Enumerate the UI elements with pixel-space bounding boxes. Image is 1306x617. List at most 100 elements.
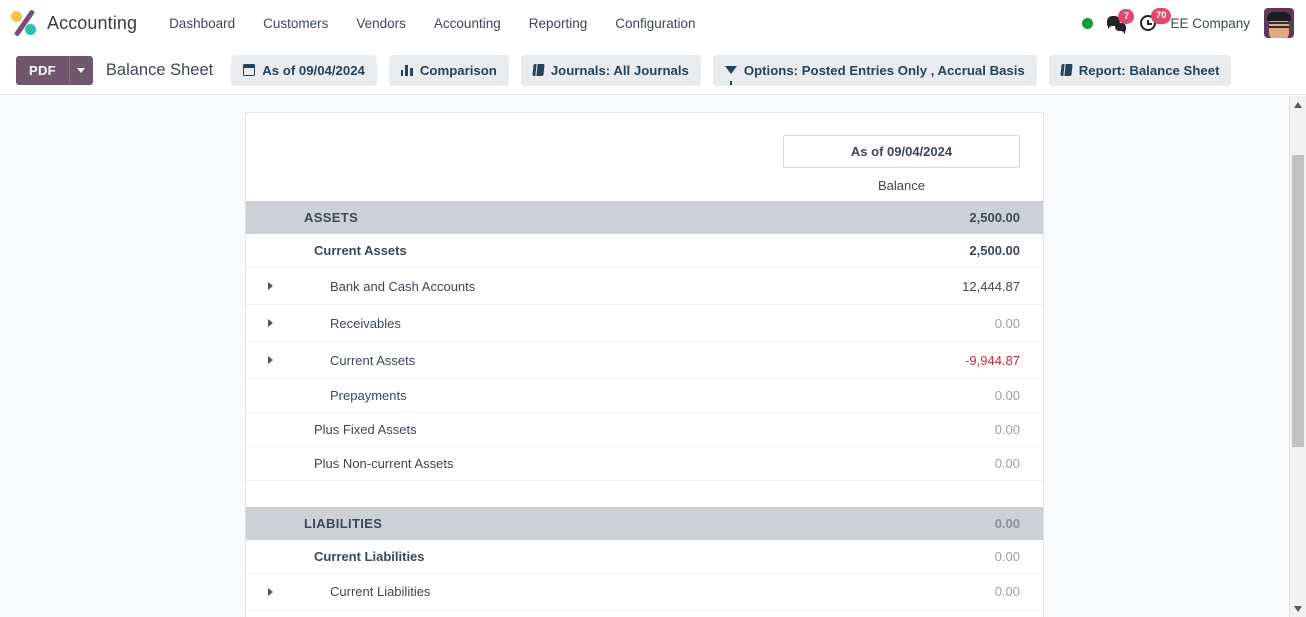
row-balance-value: 0.00 (783, 610, 1043, 617)
pdf-export-group: PDF (16, 55, 93, 85)
control-panel: PDF Balance Sheet As of 09/04/2024 Compa… (0, 46, 1306, 95)
date-column-header-cell: As of 09/04/2024 (783, 113, 1043, 168)
messages-button[interactable]: 7 (1107, 8, 1135, 34)
main-menu: Dashboard Customers Vendors Accounting R… (155, 10, 710, 37)
row-label: Bank and Cash Accounts (288, 267, 783, 305)
subtotal-row[interactable]: Current Liabilities 0.00 (246, 539, 1043, 574)
filter-comparison-button[interactable]: Comparison (388, 54, 509, 86)
filter-journals-button[interactable]: Journals: All Journals (520, 54, 701, 86)
row-label: Current Liabilities (288, 573, 783, 611)
section-value: 2,500.00 (783, 201, 1043, 234)
expand-triangle-icon[interactable] (268, 282, 273, 290)
caret-cell (246, 201, 288, 234)
filter-date-button[interactable]: As of 09/04/2024 (231, 54, 377, 86)
table-row[interactable]: Current Assets -9,944.87 (246, 341, 1043, 379)
filter-date-label: As of 09/04/2024 (262, 62, 365, 78)
app-name: Accounting (47, 12, 138, 33)
caret-cell (246, 539, 288, 574)
activities-button[interactable]: 70 (1140, 8, 1172, 31)
menu-item-reporting[interactable]: Reporting (515, 10, 602, 37)
pdf-button[interactable]: PDF (16, 55, 69, 85)
subtotal-value: 0.00 (783, 539, 1043, 574)
book-icon (532, 64, 545, 76)
expand-triangle-icon[interactable] (268, 319, 273, 327)
menu-item-vendors[interactable]: Vendors (342, 10, 420, 37)
expand-triangle-icon[interactable] (268, 587, 273, 596)
section-row[interactable]: LIABILITIES 0.00 (246, 506, 1043, 540)
menu-item-configuration[interactable]: Configuration (601, 10, 709, 37)
table-row[interactable]: Plus Fixed Assets 0.00 (246, 412, 1043, 447)
caret-cell (246, 234, 288, 268)
subtotal-value: 2,500.00 (783, 234, 1043, 268)
table-row[interactable]: Plus Non-current Assets 0.00 (246, 446, 1043, 481)
top-navbar: Accounting Dashboard Customers Vendors A… (0, 0, 1306, 46)
chevron-down-icon (77, 67, 86, 73)
balance-sheet-table: As of 09/04/2024 Balance ASSETS 2,500.00 C… (246, 113, 1043, 617)
filter-comparison-label: Comparison (419, 62, 497, 78)
date-column-header[interactable]: As of 09/04/2024 (783, 135, 1020, 168)
section-row[interactable]: ASSETS 2,500.00 (246, 201, 1043, 234)
scrollbar-thumb[interactable] (1292, 155, 1304, 447)
row-balance-value: 0.00 (783, 378, 1043, 413)
caret-cell[interactable] (246, 610, 288, 617)
caret-cell[interactable] (246, 267, 288, 305)
section-name: LIABILITIES (288, 506, 783, 540)
filter-options-label: Options: Posted Entries Only , Accrual B… (743, 62, 1025, 78)
company-switcher[interactable]: EE Company (1170, 16, 1250, 31)
row-label: Current Assets (288, 341, 783, 379)
row-balance-value: 0.00 (783, 446, 1043, 481)
row-balance-value: 12,444.87 (783, 267, 1043, 305)
row-label: Receivables (288, 304, 783, 342)
scroll-down-arrow-icon[interactable] (1290, 600, 1306, 617)
subtotal-name: Current Liabilities (288, 539, 783, 574)
subtotal-name: Current Assets (288, 234, 783, 268)
brand-block[interactable]: Accounting (10, 9, 155, 37)
table-row[interactable]: Current Liabilities 0.00 (246, 573, 1043, 611)
balance-column-header: Balance (878, 178, 925, 193)
balance-sheet-card: As of 09/04/2024 Balance ASSETS 2,500.00 C… (245, 112, 1044, 617)
pdf-dropdown-button[interactable] (68, 55, 93, 85)
user-avatar-icon[interactable] (1264, 8, 1294, 38)
row-label: Plus Non-current Assets (288, 446, 783, 481)
table-header-balance-row: Balance (246, 168, 1043, 201)
expand-triangle-icon[interactable] (268, 356, 273, 364)
caret-cell[interactable] (246, 573, 288, 611)
row-label: Plus Fixed Assets (288, 412, 783, 447)
messages-badge: 7 (1118, 8, 1135, 24)
calendar-icon (243, 64, 256, 76)
filter-report-button[interactable]: Report: Balance Sheet (1048, 54, 1232, 86)
online-status-dot-icon (1082, 17, 1094, 29)
table-header: As of 09/04/2024 Balance (246, 113, 1043, 201)
scroll-up-arrow-icon[interactable] (1290, 96, 1306, 113)
table-row[interactable]: Prepayments 0.00 (246, 378, 1043, 413)
table-row[interactable]: Payables0.00 (246, 610, 1043, 617)
menu-item-customers[interactable]: Customers (249, 10, 342, 37)
subtotal-row[interactable]: Current Assets 2,500.00 (246, 234, 1043, 268)
table-header-date-row: As of 09/04/2024 (246, 113, 1043, 168)
row-balance-value: 0.00 (783, 304, 1043, 342)
caret-cell[interactable] (246, 304, 288, 342)
table-row[interactable]: Receivables 0.00 (246, 304, 1043, 342)
menu-item-accounting[interactable]: Accounting (420, 10, 515, 37)
section-value: 0.00 (783, 506, 1043, 540)
caret-cell (246, 446, 288, 481)
spacer-cell (246, 480, 1043, 507)
row-balance-value: 0.00 (783, 412, 1043, 447)
table-row[interactable]: Bank and Cash Accounts 12,444.87 (246, 267, 1043, 305)
book-icon (1060, 64, 1073, 76)
row-balance-value: -9,944.87 (783, 341, 1043, 379)
caret-cell (246, 378, 288, 413)
caret-cell (246, 506, 288, 540)
report-sheet-area: As of 09/04/2024 Balance ASSETS 2,500.00 C… (0, 96, 1306, 617)
navbar-right-tools: 7 70 EE Company (1082, 8, 1294, 38)
filter-options-button[interactable]: Options: Posted Entries Only , Accrual B… (712, 54, 1037, 86)
table-spacer-row (246, 480, 1043, 507)
menu-item-dashboard[interactable]: Dashboard (155, 10, 249, 37)
filter-bar: As of 09/04/2024 Comparison Journals: Al… (231, 54, 1232, 86)
caret-cell[interactable] (246, 341, 288, 379)
vertical-scrollbar[interactable] (1289, 96, 1306, 617)
odoo-logo-icon (10, 9, 38, 37)
bar-chart-icon (400, 64, 413, 76)
caret-cell (246, 412, 288, 447)
activities-badge: 70 (1151, 8, 1172, 24)
